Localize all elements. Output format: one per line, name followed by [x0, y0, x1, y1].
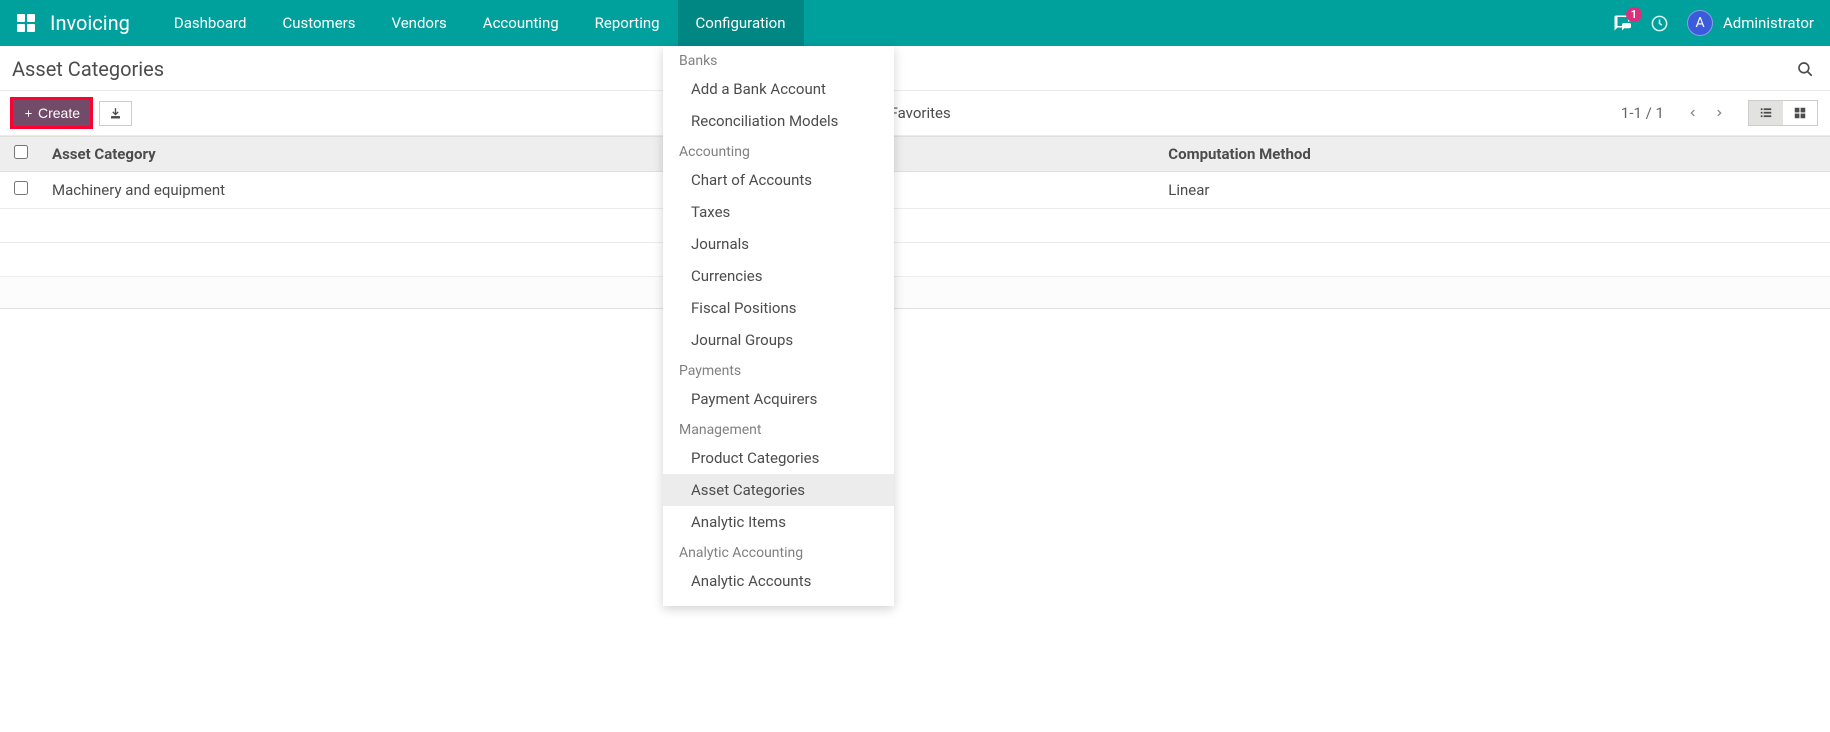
blank-row [0, 209, 1830, 243]
main-menu: DashboardCustomersVendorsAccountingRepor… [156, 0, 804, 46]
column-method[interactable]: Computation Method [1158, 137, 1830, 172]
list-view-button[interactable] [1749, 101, 1783, 125]
app-title[interactable]: Invoicing [50, 11, 130, 35]
import-button[interactable] [99, 101, 132, 126]
user-name: Administrator [1723, 14, 1814, 32]
pager-text[interactable]: 1-1 / 1 [1621, 104, 1664, 122]
blank-row [0, 243, 1830, 277]
activity-icon[interactable] [1650, 14, 1669, 33]
dropdown-header: Banks [663, 46, 894, 73]
dropdown-header: Management [663, 415, 894, 442]
download-icon [109, 107, 122, 120]
plus-icon [23, 108, 34, 119]
table-body: Machinery and equipmentLinear [0, 172, 1830, 309]
control-panel-bottom: Create roup By Favorites 1-1 / 1 [0, 91, 1830, 136]
kanban-icon [1792, 106, 1808, 120]
nav-item-vendors[interactable]: Vendors [373, 0, 464, 46]
select-all-checkbox[interactable] [14, 145, 28, 159]
messages-icon[interactable]: 1 [1612, 14, 1632, 32]
user-menu[interactable]: A Administrator [1687, 10, 1814, 36]
table-footer [0, 277, 1830, 309]
dropdown-item-add-a-bank-account[interactable]: Add a Bank Account [663, 73, 894, 105]
nav-item-reporting[interactable]: Reporting [577, 0, 678, 46]
dropdown-item-asset-categories[interactable]: Asset Categories [663, 474, 894, 506]
dropdown-item-journals[interactable]: Journals [663, 228, 894, 260]
nav-item-customers[interactable]: Customers [264, 0, 373, 46]
dropdown-item-product-categories[interactable]: Product Categories [663, 442, 894, 474]
list-icon [1758, 106, 1774, 120]
dropdown-item-currencies[interactable]: Currencies [663, 260, 894, 292]
cell-category: Machinery and equipment [42, 172, 1158, 209]
search-icon[interactable] [1792, 56, 1818, 82]
user-avatar: A [1687, 10, 1713, 36]
asset-categories-table: Asset Category Computation Method Machin… [0, 136, 1830, 309]
column-category[interactable]: Asset Category [42, 137, 1158, 172]
pager-prev[interactable] [1680, 102, 1706, 124]
cell-method: Linear [1158, 172, 1830, 209]
dropdown-header: Analytic Accounting [663, 538, 894, 565]
dropdown-item-fiscal-positions[interactable]: Fiscal Positions [663, 292, 894, 324]
create-button-label: Create [38, 105, 80, 121]
pager-next[interactable] [1706, 102, 1732, 124]
dropdown-item-analytic-account-groups[interactable]: Analytic Account Groups [663, 597, 894, 606]
message-count-badge: 1 [1626, 7, 1642, 22]
dropdown-header: Payments [663, 356, 894, 383]
page-title: Asset Categories [12, 57, 164, 81]
apps-icon[interactable] [16, 13, 36, 33]
nav-item-configuration[interactable]: Configuration [678, 0, 804, 46]
dropdown-item-analytic-accounts[interactable]: Analytic Accounts [663, 565, 894, 597]
row-checkbox[interactable] [14, 181, 28, 195]
top-navbar: Invoicing DashboardCustomersVendorsAccou… [0, 0, 1830, 46]
dropdown-item-reconciliation-models[interactable]: Reconciliation Models [663, 105, 894, 137]
configuration-dropdown: BanksAdd a Bank AccountReconciliation Mo… [663, 46, 894, 606]
control-panel-top: Asset Categories [0, 46, 1830, 91]
nav-item-accounting[interactable]: Accounting [465, 0, 577, 46]
dropdown-item-payment-acquirers[interactable]: Payment Acquirers [663, 383, 894, 415]
dropdown-item-taxes[interactable]: Taxes [663, 196, 894, 228]
kanban-view-button[interactable] [1783, 101, 1817, 125]
dropdown-item-analytic-items[interactable]: Analytic Items [663, 506, 894, 538]
dropdown-item-journal-groups[interactable]: Journal Groups [663, 324, 894, 356]
dropdown-item-chart-of-accounts[interactable]: Chart of Accounts [663, 164, 894, 196]
create-button[interactable]: Create [12, 99, 91, 127]
table-row[interactable]: Machinery and equipmentLinear [0, 172, 1830, 209]
nav-item-dashboard[interactable]: Dashboard [156, 0, 265, 46]
dropdown-header: Accounting [663, 137, 894, 164]
